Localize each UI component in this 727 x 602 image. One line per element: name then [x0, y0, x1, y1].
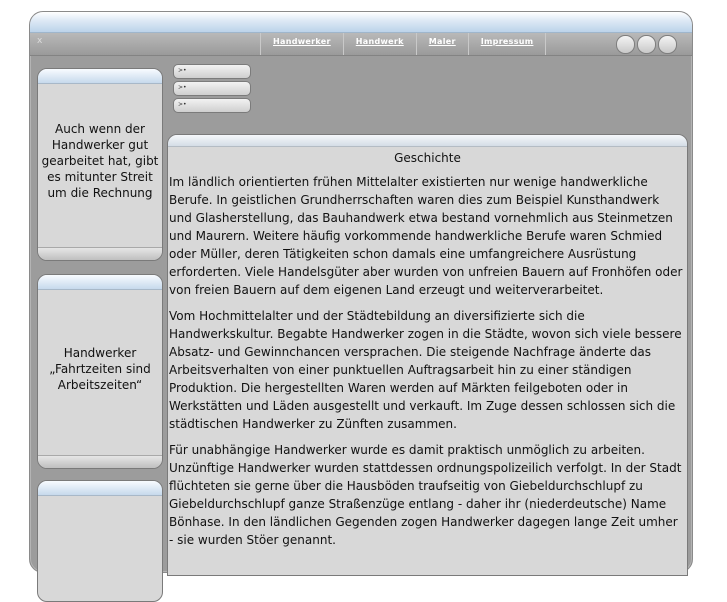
window-controls: [616, 35, 677, 54]
main-nav: Handwerker Handwerk Maler Impressum: [260, 33, 547, 55]
article-paragraph: Vom Hochmittelalter und der Städtebildun…: [169, 309, 682, 431]
sidebar-box-header: [38, 481, 162, 496]
minimize-button[interactable]: [616, 35, 635, 54]
nav-link-handwerker[interactable]: Handwerker: [260, 33, 344, 55]
small-button-1[interactable]: >•: [173, 64, 251, 79]
sidebar-box-text: Handwerker „Fahrtzeiten sind Arbeitszeit…: [49, 346, 151, 392]
small-button-label: >•: [178, 101, 187, 108]
small-button-label: >•: [178, 84, 187, 91]
article-header-bar: [168, 135, 687, 147]
maximize-button[interactable]: [637, 35, 656, 54]
sidebar-box-footer: [38, 455, 162, 468]
small-button-label: >•: [178, 67, 187, 74]
small-button-2[interactable]: >•: [173, 81, 251, 96]
sidebar-box-header: [38, 275, 162, 290]
article-title: Geschichte: [394, 151, 461, 165]
close-icon[interactable]: x: [37, 36, 42, 46]
sidebar-box-text: Auch wenn der Handwerker gut gearbeitet …: [41, 122, 159, 200]
sidebar-box-2: Handwerker „Fahrtzeiten sind Arbeitszeit…: [37, 274, 163, 469]
small-button-3[interactable]: >•: [173, 98, 251, 113]
app-window: x Handwerker Handwerk Maler Impressum Au…: [29, 11, 693, 602]
nav-bar: x Handwerker Handwerk Maler Impressum: [30, 33, 692, 56]
nav-link-impressum[interactable]: Impressum: [469, 33, 547, 55]
sidebar-box-3: [37, 480, 163, 602]
close-button[interactable]: [658, 35, 677, 54]
article-paragraph: Im ländlich orientierten frühen Mittelal…: [169, 175, 683, 297]
title-bar: [30, 12, 692, 33]
article-panel: Geschichte Im ländlich orientierten früh…: [167, 134, 688, 576]
sidebar-box-header: [38, 69, 162, 84]
nav-link-handwerk[interactable]: Handwerk: [344, 33, 417, 55]
article-paragraph: Für unabhängige Handwerker wurde es dami…: [169, 443, 682, 547]
sidebar-box-footer: [38, 247, 162, 260]
sidebar-box-1: Auch wenn der Handwerker gut gearbeitet …: [37, 68, 163, 261]
nav-link-maler[interactable]: Maler: [417, 33, 469, 55]
